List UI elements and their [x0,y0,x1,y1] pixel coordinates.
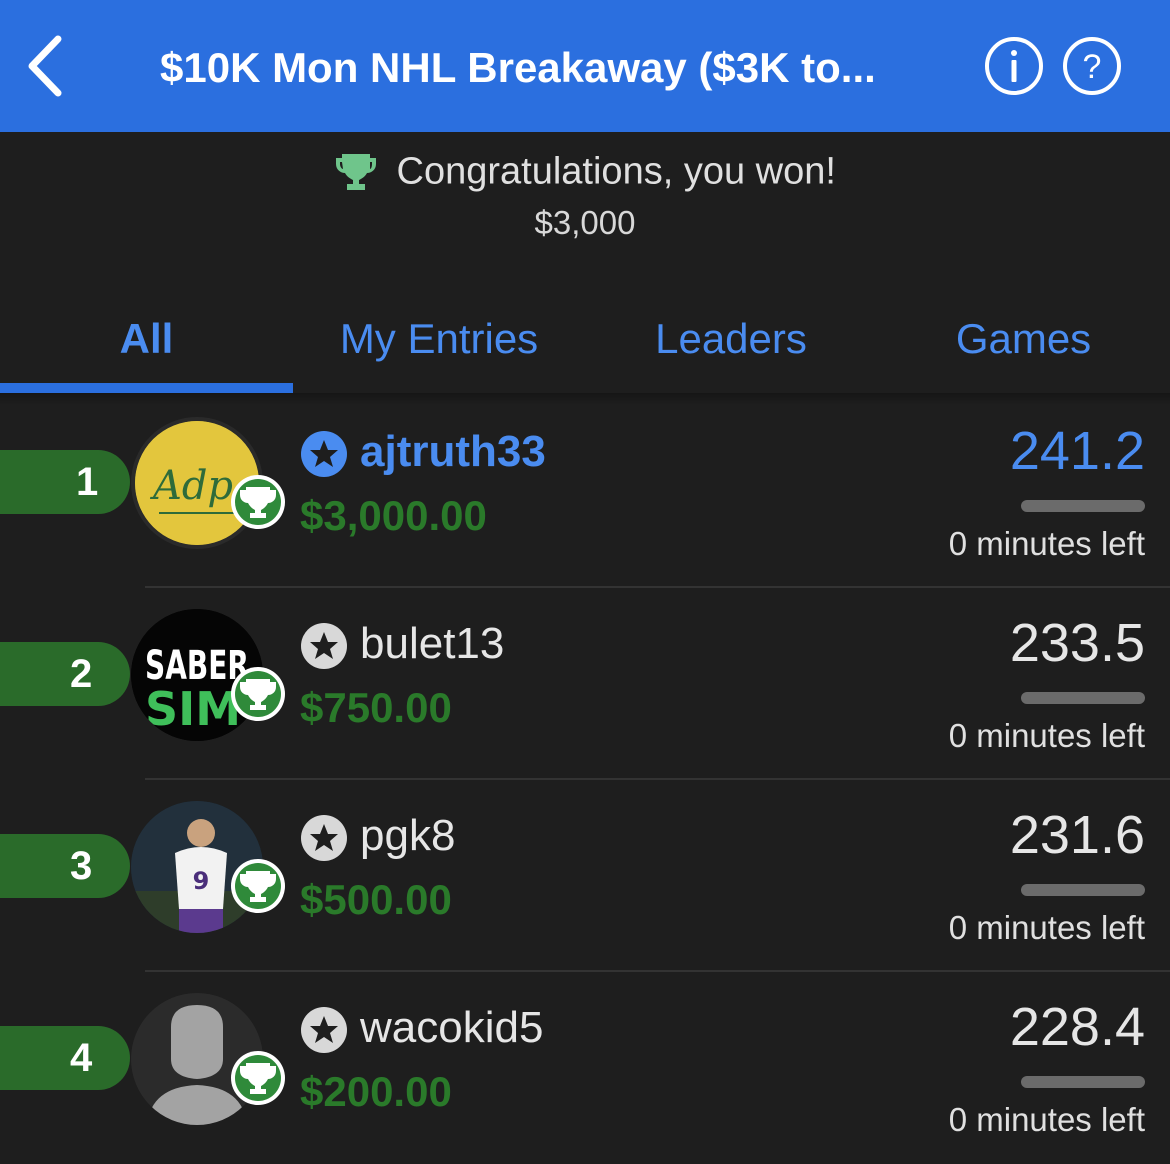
leaderboard-row[interactable]: 4 wacokid5 $200.00 228.4 0 minutes left [0,972,1170,1164]
help-icon: ? [1063,37,1121,95]
prize-amount: $3,000 [534,204,636,241]
app-header: $10K Mon NHL Breakaway ($3K to... ? [0,0,1170,132]
rank-number: 1 [76,460,99,504]
star-icon [301,815,347,861]
score: 233.5 [1009,613,1145,673]
trophy-icon [231,859,285,913]
winnings: $200.00 [300,1068,452,1115]
progress-bar [1021,1076,1145,1088]
star-icon [301,623,347,669]
time-left: 0 minutes left [948,717,1145,754]
leaderboard-row[interactable]: 1 Adp ajtruth33 $3,000.00 241.2 0 minute… [0,396,1170,588]
rank-badge: 3 [0,834,130,898]
tab-leaders[interactable]: Leaders [585,297,877,387]
star-icon [301,1007,347,1053]
progress-bar [1021,500,1145,512]
rank-number: 2 [70,652,93,696]
rank-badge: 4 [0,1026,130,1090]
page-title: $10K Mon NHL Breakaway ($3K to... [160,44,876,91]
info-icon [985,37,1043,95]
winnings: $3,000.00 [300,492,487,539]
progress-bar [1021,884,1145,896]
tab-games[interactable]: Games [877,297,1170,387]
leaderboard-row[interactable]: 2 SABER SIM bulet13 $750.00 233.5 0 minu… [0,588,1170,780]
rank-number: 4 [70,1036,93,1080]
rank-badge: 1 [0,450,130,514]
tab-all[interactable]: All [0,297,293,387]
username[interactable]: ajtruth33 [360,424,546,480]
tab-bar: All My Entries Leaders Games [0,297,1170,405]
chevron-left-icon [28,35,62,97]
avatar-text: Adp [149,463,233,509]
time-left: 0 minutes left [948,525,1145,562]
star-icon [301,431,347,477]
help-button[interactable]: ? [1062,36,1122,96]
trophy-icon [336,154,377,190]
info-button[interactable] [984,36,1044,96]
active-tab-indicator [0,383,293,393]
leaderboard-row[interactable]: 3 9 pgk8 $500.00 231.6 0 minutes left [0,780,1170,972]
trophy-icon [231,1051,285,1105]
svg-text:?: ? [1083,48,1102,86]
time-left: 0 minutes left [948,909,1145,946]
username[interactable]: pgk8 [360,808,455,864]
rank-badge: 2 [0,642,130,706]
score: 228.4 [1009,997,1145,1057]
tab-my-entries[interactable]: My Entries [293,297,585,387]
trophy-icon [231,475,285,529]
time-left: 0 minutes left [948,1101,1145,1138]
congrats-row: Congratulations, you won! [0,150,1170,194]
progress-bar [1021,692,1145,704]
rank-number: 3 [70,844,93,888]
winnings: $500.00 [300,876,452,923]
score: 231.6 [1009,805,1145,865]
avatar-text: 9 [193,867,210,895]
win-banner: Congratulations, you won! $3,000 [0,132,1170,267]
score: 241.2 [1009,421,1145,481]
back-button[interactable] [22,33,70,99]
trophy-icon [231,667,285,721]
svg-text:SIM: SIM [145,682,241,736]
username[interactable]: wacokid5 [360,1000,543,1056]
winnings: $750.00 [300,684,452,731]
congrats-message: Congratulations, you won! [396,150,836,193]
username[interactable]: bulet13 [360,616,504,672]
